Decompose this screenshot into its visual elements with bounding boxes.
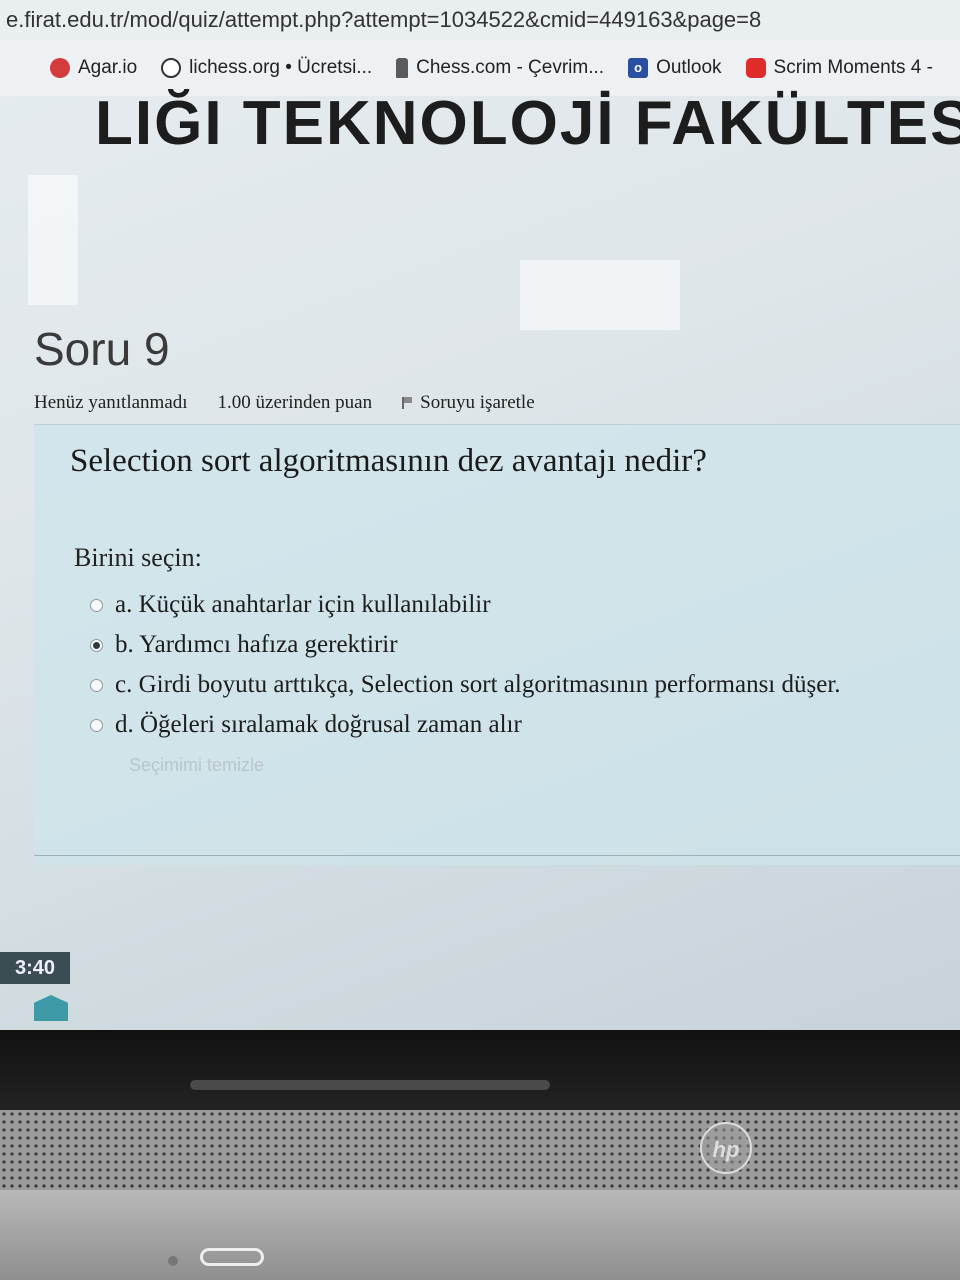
bookmark-agar[interactable]: Agar.io xyxy=(50,57,137,79)
clear-choice-link[interactable]: Seçimimi temizle xyxy=(129,755,264,776)
bookmark-label: Scrim Moments 4 - xyxy=(773,57,933,78)
outlook-icon: o xyxy=(628,58,649,78)
radio-button[interactable] xyxy=(90,718,103,732)
bookmark-lichess[interactable]: lichess.org • Ücretsi... xyxy=(161,57,372,79)
lichess-icon xyxy=(161,58,182,78)
answer-options: a. Küçük anahtarlar için kullanılabilir … xyxy=(90,585,841,745)
background-glare xyxy=(520,260,680,330)
question-box: Selection sort algoritmasının dez avanta… xyxy=(34,424,960,865)
option-d[interactable]: d. Öğeleri sıralamak doğrusal zaman alır xyxy=(90,705,841,745)
answer-status: Henüz yanıtlanmadı xyxy=(34,392,188,413)
youtube-icon xyxy=(745,58,766,78)
bookmark-outlook[interactable]: o Outlook xyxy=(628,57,722,79)
power-button[interactable] xyxy=(200,1248,264,1266)
flag-question-button[interactable]: Soruyu işaretle xyxy=(402,392,535,414)
chess-pawn-icon xyxy=(396,58,409,78)
question-text: Selection sort algoritmasının dez avanta… xyxy=(70,443,707,479)
bookmark-scrim[interactable]: Scrim Moments 4 - xyxy=(745,57,933,79)
radio-button-checked[interactable] xyxy=(90,638,103,652)
url-text: e.firat.edu.tr/mod/quiz/attempt.php?atte… xyxy=(6,7,762,32)
hp-logo: hp xyxy=(700,1122,752,1174)
question-number: Soru 9 xyxy=(34,323,170,375)
status-led xyxy=(168,1256,178,1266)
option-label: b. Yardımcı hafıza gerektirir xyxy=(115,631,398,658)
choose-prompt: Birini seçin: xyxy=(74,543,202,572)
bookmark-label: Chess.com - Çevrim... xyxy=(416,57,605,78)
option-b[interactable]: b. Yardımcı hafıza gerektirir xyxy=(90,625,841,665)
flag-icon xyxy=(402,397,414,409)
agar-icon xyxy=(50,58,70,78)
laptop-hinge xyxy=(190,1080,550,1090)
bookmark-label: Agar.io xyxy=(78,57,138,78)
option-c[interactable]: c. Girdi boyutu arttıkça, Selection sort… xyxy=(90,665,841,705)
question-points: 1.00 üzerinden puan xyxy=(217,392,373,413)
browser-screen: e.firat.edu.tr/mod/quiz/attempt.php?atte… xyxy=(0,0,960,1030)
mail-icon[interactable] xyxy=(34,995,68,1021)
flag-label: Soruyu işaretle xyxy=(420,392,535,413)
divider xyxy=(34,855,960,856)
laptop-bezel xyxy=(0,1030,960,1110)
speaker-grill xyxy=(0,1110,960,1190)
option-label: d. Öğeleri sıralamak doğrusal zaman alır xyxy=(115,711,522,738)
radio-button[interactable] xyxy=(90,678,103,692)
question-meta: Henüz yanıtlanmadı 1.00 üzerinden puan S… xyxy=(34,392,535,414)
faculty-banner: LIĞI TEKNOLOJİ FAKÜLTESİ xyxy=(95,89,960,158)
option-a[interactable]: a. Küçük anahtarlar için kullanılabilir xyxy=(90,585,841,625)
option-label: a. Küçük anahtarlar için kullanılabilir xyxy=(115,591,491,618)
taskbar-clock: 3:40 xyxy=(0,952,70,984)
bookmark-label: lichess.org • Ücretsi... xyxy=(189,57,373,78)
option-label: c. Girdi boyutu arttıkça, Selection sort… xyxy=(115,671,841,698)
radio-button[interactable] xyxy=(90,598,103,612)
question-header: Soru 9 xyxy=(34,322,170,376)
background-glare xyxy=(28,175,78,305)
laptop-base xyxy=(0,1190,960,1280)
bookmark-label: Outlook xyxy=(656,57,722,78)
bookmark-chess[interactable]: Chess.com - Çevrim... xyxy=(396,57,604,79)
address-bar[interactable]: e.firat.edu.tr/mod/quiz/attempt.php?atte… xyxy=(0,0,960,40)
